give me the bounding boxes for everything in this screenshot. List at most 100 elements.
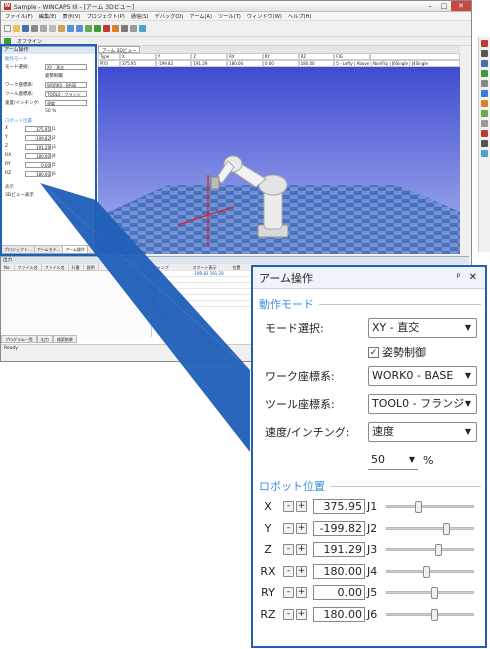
vt-tab-t[interactable]: T — [171, 309, 183, 316]
run-icon[interactable] — [94, 25, 101, 32]
work-coord-select[interactable]: WORK0 - BASE ▼ — [368, 366, 477, 386]
open-folder-icon[interactable] — [13, 25, 20, 32]
joint-slider[interactable] — [386, 522, 474, 535]
menu-project[interactable]: プロジェクト(P) — [86, 13, 124, 20]
vt-tab-p[interactable]: P — [152, 309, 163, 316]
tab-search-results[interactable]: 検索結果 — [52, 335, 77, 343]
decrement-button[interactable]: - — [283, 501, 294, 513]
joint-slider[interactable] — [386, 565, 474, 578]
settings-icon[interactable] — [130, 25, 137, 32]
position-value-field[interactable]: 180.00 — [313, 563, 365, 579]
cut-icon[interactable] — [40, 25, 47, 32]
tab-arm-model[interactable]: アームモデ... — [35, 246, 64, 253]
decrement-button[interactable]: - — [283, 544, 294, 556]
increment-button[interactable]: + — [296, 587, 307, 599]
output-list[interactable] — [1, 271, 151, 338]
undo-icon[interactable] — [67, 25, 74, 32]
slider-thumb[interactable] — [423, 565, 430, 578]
minimize-button[interactable]: – — [423, 1, 437, 11]
rt-icon-5[interactable] — [481, 80, 488, 87]
connect-icon[interactable] — [112, 25, 119, 32]
decrement-button[interactable]: - — [283, 522, 294, 534]
menu-arm[interactable]: アーム(A) — [189, 13, 212, 20]
grid-cell-rz[interactable]: 180.00 — [298, 60, 335, 67]
rt-icon-6[interactable] — [481, 90, 488, 97]
small-position-value[interactable]: 375.95 — [25, 125, 51, 132]
menu-edit[interactable]: 編集(E) — [39, 13, 57, 20]
slider-thumb[interactable] — [443, 522, 450, 535]
small-position-value[interactable]: 180.00 — [25, 152, 51, 159]
position-value-field[interactable]: 375.95 — [313, 499, 365, 515]
small-position-value[interactable]: 191.29 — [25, 143, 51, 150]
joint-slider[interactable] — [386, 587, 474, 600]
slider-thumb[interactable] — [435, 544, 442, 557]
speed-inching-select[interactable]: 速度 ▼ — [368, 422, 477, 442]
menu-file[interactable]: ファイル(F) — [5, 13, 33, 20]
small-mode-select[interactable]: XY - 直交 — [45, 63, 87, 70]
paste-icon[interactable] — [58, 25, 65, 32]
increment-button[interactable]: + — [296, 608, 307, 620]
speed-percent-select[interactable]: 50 ▼ — [368, 450, 418, 470]
slider-thumb[interactable] — [431, 587, 438, 600]
joint-slider[interactable] — [386, 501, 474, 514]
rt-icon-11[interactable] — [481, 140, 488, 147]
small-speed-num[interactable]: 50 — [45, 109, 51, 114]
connection-mode[interactable]: オフライン — [17, 38, 42, 45]
grid-cell-x[interactable]: 375.95 — [120, 60, 156, 67]
menu-view[interactable]: 表示(V) — [63, 13, 81, 20]
increment-button[interactable]: + — [296, 501, 307, 513]
grid-cell-rx[interactable]: 180.00 — [227, 60, 263, 67]
save-icon[interactable] — [22, 25, 29, 32]
maximize-button[interactable]: □ — [437, 1, 451, 11]
mode-select[interactable]: XY - 直交 ▼ — [368, 318, 477, 338]
position-value-field[interactable]: -199.82 — [313, 520, 365, 536]
decrement-button[interactable]: - — [283, 608, 294, 620]
tab-arm-operation[interactable]: アーム操作 — [63, 246, 88, 253]
grid-cell-ry[interactable]: 0.00 — [262, 60, 299, 67]
small-posture-check[interactable]: 姿勢制御 — [45, 73, 63, 79]
rt-icon-7[interactable] — [481, 100, 488, 107]
vt-tab-j[interactable]: J — [162, 309, 172, 316]
close-button[interactable]: ✕ — [451, 1, 471, 11]
small-3dview-check[interactable]: 3Dビュー表示 — [5, 192, 34, 198]
grid-cell-fig[interactable]: 5 - Lefty | Above | NonFlip | J6Single |… — [334, 60, 460, 67]
rt-icon-4[interactable] — [481, 70, 488, 77]
print-icon[interactable] — [31, 25, 38, 32]
small-work-select[interactable]: WORK0 - BASE — [45, 81, 87, 88]
decrement-button[interactable]: - — [283, 587, 294, 599]
grid-cell-type[interactable]: P[0] — [98, 60, 120, 67]
rt-icon-3[interactable] — [481, 60, 488, 67]
small-speed-select[interactable]: 速度 — [45, 99, 87, 106]
small-tool-select[interactable]: TOOL0 - フランジ — [45, 90, 87, 97]
copy-icon[interactable] — [49, 25, 56, 32]
rt-icon-12[interactable] — [481, 150, 488, 157]
rt-icon-1[interactable] — [481, 40, 488, 47]
tab-program-list[interactable]: プログラム一覧 — [1, 335, 37, 343]
panel-close-icon[interactable]: ✕ — [469, 272, 477, 283]
rt-icon-9[interactable] — [481, 120, 488, 127]
redo-icon[interactable] — [76, 25, 83, 32]
small-position-value[interactable]: 180.00 — [25, 170, 51, 177]
posture-control-checkbox[interactable]: ✓ 姿勢制御 — [368, 344, 426, 360]
tool-coord-select[interactable]: TOOL0 - フランジ ▼ — [368, 394, 477, 414]
new-file-icon[interactable] — [4, 25, 11, 32]
grid-cell-y[interactable]: -199.82 — [155, 60, 192, 67]
rt-icon-8[interactable] — [481, 110, 488, 117]
build-icon[interactable] — [85, 25, 92, 32]
stop-icon[interactable] — [103, 25, 110, 32]
menu-debug[interactable]: デバッグ(D) — [155, 13, 184, 20]
joint-slider[interactable] — [386, 608, 474, 621]
pin-icon[interactable]: ᵖ — [456, 272, 460, 283]
arm-3d-view[interactable] — [98, 67, 460, 254]
small-position-value[interactable]: 0.00 — [25, 161, 51, 168]
rt-icon-2[interactable] — [481, 50, 488, 57]
increment-button[interactable]: + — [296, 522, 307, 534]
increment-button[interactable]: + — [296, 544, 307, 556]
position-value-field[interactable]: 180.00 — [313, 606, 365, 622]
joint-slider[interactable] — [386, 544, 474, 557]
position-value-field[interactable]: 0.00 — [313, 585, 365, 601]
position-value-field[interactable]: 191.29 — [313, 542, 365, 558]
tab-project[interactable]: プロジェクト... — [2, 246, 35, 253]
small-position-value[interactable]: -199.82 — [25, 134, 51, 141]
menu-tools[interactable]: ツール(T) — [218, 13, 241, 20]
